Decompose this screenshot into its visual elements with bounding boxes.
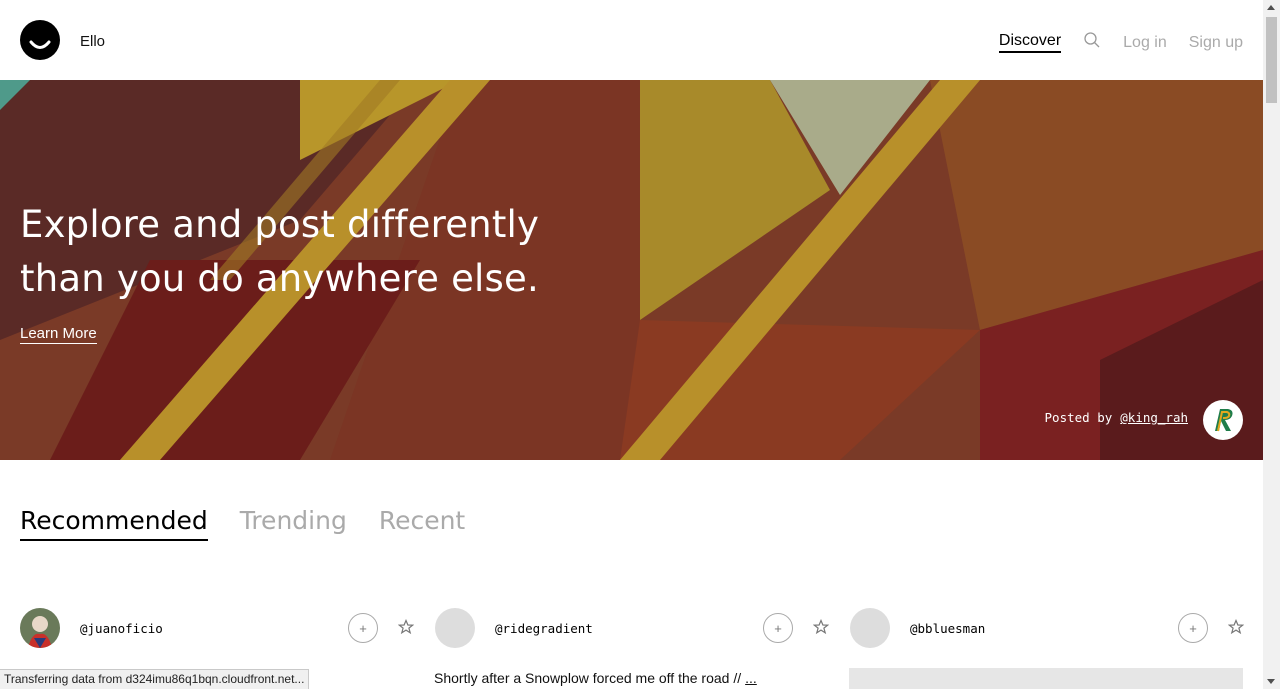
scrollbar-thumb[interactable] <box>1266 17 1277 103</box>
search-icon[interactable] <box>1083 31 1101 49</box>
nav-login[interactable]: Log in <box>1123 34 1167 52</box>
posted-by-user-link[interactable]: @king_rah <box>1120 410 1188 425</box>
user-card: @juanoficio + <box>20 608 414 648</box>
scroll-up-icon[interactable] <box>1267 5 1275 10</box>
nav-signup[interactable]: Sign up <box>1189 34 1243 52</box>
tab-recommended[interactable]: Recommended <box>20 506 208 541</box>
post-excerpt-text: Shortly after a Snowplow forced me off t… <box>434 670 742 686</box>
posted-by: Posted by @king_rah <box>1045 410 1188 425</box>
follow-button[interactable]: + <box>763 613 793 643</box>
hero-banner: Explore and post differently than you do… <box>0 80 1263 460</box>
scrollbar[interactable] <box>1263 0 1280 689</box>
poster-avatar[interactable] <box>1203 400 1243 440</box>
username[interactable]: @juanoficio <box>80 621 163 636</box>
ello-logo-icon[interactable] <box>20 20 60 60</box>
avatar[interactable] <box>435 608 475 648</box>
follow-button[interactable]: + <box>1178 613 1208 643</box>
posted-by-label: Posted by <box>1044 410 1113 425</box>
username[interactable]: @bbluesman <box>910 621 985 636</box>
brand-name[interactable]: Ello <box>80 33 105 50</box>
read-more-link[interactable]: ... <box>745 670 757 686</box>
star-icon[interactable] <box>813 619 829 635</box>
user-card: @ridegradient + <box>435 608 829 648</box>
poster-logo-icon <box>1215 409 1233 432</box>
star-icon[interactable] <box>398 619 414 635</box>
nav-discover[interactable]: Discover <box>998 32 1062 53</box>
site-header: Ello Discover Log in Sign up <box>0 0 1263 80</box>
learn-more-link[interactable]: Learn More <box>20 325 97 344</box>
hero-title-line-1: Explore and post differently <box>20 203 540 246</box>
top-nav: Discover Log in Sign up <box>998 31 1243 53</box>
avatar[interactable] <box>850 608 890 648</box>
tab-trending[interactable]: Trending <box>240 506 347 541</box>
user-card: @bbluesman + <box>850 608 1244 648</box>
user-photo-icon <box>20 608 60 648</box>
star-icon[interactable] <box>1228 619 1244 635</box>
avatar[interactable] <box>20 608 60 648</box>
feed-tabs: Recommended Trending Recent <box>20 506 497 541</box>
tab-recent[interactable]: Recent <box>379 506 465 541</box>
follow-button[interactable]: + <box>348 613 378 643</box>
browser-status-bar: Transferring data from d324imu86q1bqn.cl… <box>0 669 310 689</box>
hero-title: Explore and post differently than you do… <box>20 198 540 306</box>
username[interactable]: @ridegradient <box>495 621 593 636</box>
scroll-down-icon[interactable] <box>1267 679 1275 684</box>
post-image-placeholder[interactable] <box>849 668 1243 689</box>
post-excerpt: Shortly after a Snowplow forced me off t… <box>434 670 757 686</box>
hero-title-line-2: than you do anywhere else. <box>20 257 539 300</box>
